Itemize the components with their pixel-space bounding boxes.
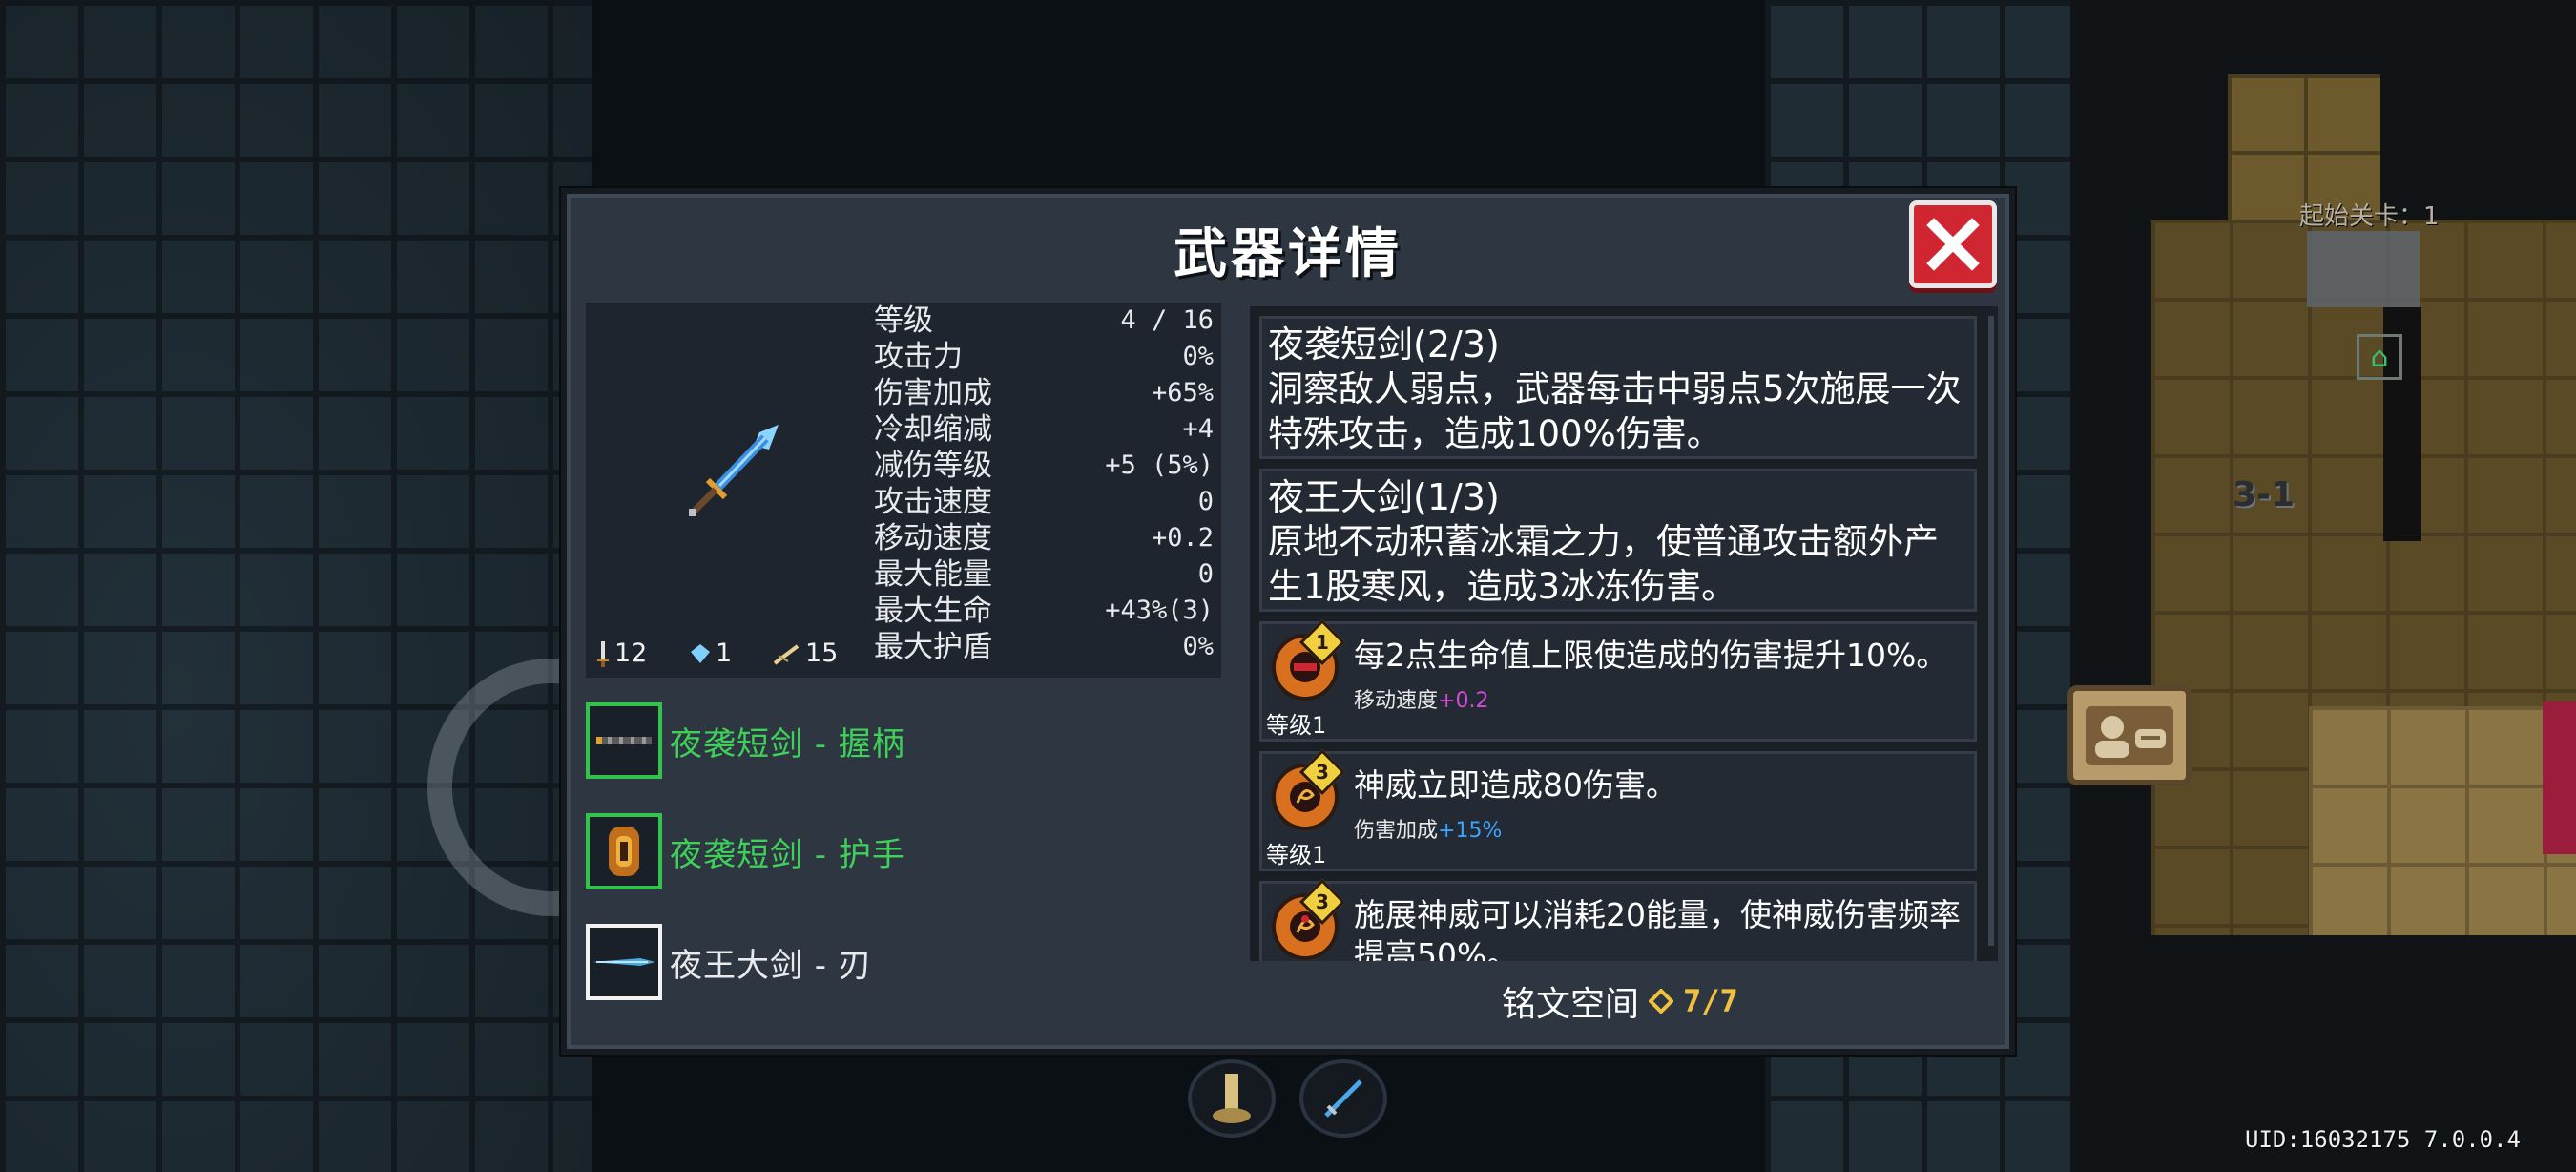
resource-sword: 12 xyxy=(595,638,647,668)
stat-row-level: 等级 4 / 16 xyxy=(874,303,1214,339)
dialog-title: 武器详情 xyxy=(1174,223,1402,285)
part-handle-slot xyxy=(586,702,662,779)
shade-overlay xyxy=(0,0,592,1172)
set-bonus-night-dagger: 夜袭短剑(2/3) 洞察敌人弱点，武器每击中弱点5次施展一次特殊攻击，造成100… xyxy=(1259,316,1977,459)
stat-row-attack: 攻击力 0% xyxy=(874,339,1214,375)
weapon-stats-panel: 12 1 15 等级 4 / 16 攻击力 0% 伤害加成 +65% 冷却缩减 … xyxy=(586,303,1221,678)
minimap-room xyxy=(2307,231,2420,307)
stat-label: 攻击速度 xyxy=(874,485,992,519)
part-handle-label: 夜袭短剑 - 握柄 xyxy=(670,724,905,764)
stat-label: 减伤等级 xyxy=(874,449,992,483)
resource-gem: 1 xyxy=(689,638,732,668)
weapon-slot-2[interactable] xyxy=(1299,1059,1387,1138)
minimap-home-node: ⌂ xyxy=(2357,334,2402,380)
inscription-card[interactable]: 3 等级1 神威立即造成80伤害。 伤害加成+15% xyxy=(1259,748,1977,871)
stat-row-damage-reduction: 减伤等级 +5 (5%) xyxy=(874,448,1214,484)
effects-panel[interactable]: 夜袭短剑(2/3) 洞察敌人弱点，武器每击中弱点5次施展一次特殊攻击，造成100… xyxy=(1250,306,1998,961)
stat-label: 攻击力 xyxy=(874,340,963,374)
inscription-sub-value: +0.2 xyxy=(1438,689,1489,713)
set-name: 夜袭短剑(2/3) xyxy=(1268,324,1500,366)
inscription-text: 施展神威可以消耗20能量，使神威伤害频率提高50%。 xyxy=(1354,896,1961,961)
stat-label: 冷却缩减 xyxy=(874,412,992,447)
stat-label: 移动速度 xyxy=(874,521,992,555)
part-blade-label: 夜王大剑 - 刃 xyxy=(670,946,872,985)
stat-label: 最大能量 xyxy=(874,557,992,592)
inscription-card[interactable]: 3 施展神威可以消耗20能量，使神威伤害频率提高50%。 xyxy=(1259,878,1977,961)
gem-icon xyxy=(691,643,710,663)
blade-icon xyxy=(592,958,655,966)
part-blade-slot xyxy=(586,924,662,1000)
stat-row-max-shield: 最大护盾 0% xyxy=(874,629,1214,665)
guard-icon xyxy=(609,827,639,876)
ice-dagger-icon xyxy=(689,425,779,516)
close-button[interactable] xyxy=(1909,200,1997,288)
sword-small-icon xyxy=(597,640,609,667)
stat-value: +5 (5%) xyxy=(1105,450,1214,480)
resource-feather: 15 xyxy=(773,638,838,668)
inscription-sub-label: 移动速度 xyxy=(1354,689,1439,713)
inscription-sub: 伤害加成+15% xyxy=(1354,813,1502,844)
set-name: 夜王大剑(1/3) xyxy=(1268,476,1500,518)
home-icon: ⌂ xyxy=(2370,340,2389,374)
feather-icon xyxy=(773,643,800,665)
stat-value: 0 xyxy=(1197,559,1214,589)
set-description: 洞察敌人弱点，武器每击中弱点5次施展一次特殊攻击，造成100%伤害。 xyxy=(1268,368,1962,454)
inscription-level: 等级1 xyxy=(1266,712,1327,739)
inscription-level: 等级1 xyxy=(1266,842,1327,869)
set-bonus-night-king-sword: 夜王大剑(1/3) 原地不动积蓄冰霜之力，使普通攻击额外产生1股寒风，造成3冰冻… xyxy=(1259,469,1977,612)
part-guard-slot xyxy=(586,813,662,889)
resource-feather-value: 15 xyxy=(805,638,839,668)
diamond-icon xyxy=(1649,989,1674,1014)
part-blade[interactable]: 夜王大剑 - 刃 xyxy=(586,918,1177,1006)
stat-row-cooldown: 冷却缩减 +4 xyxy=(874,411,1214,448)
torch-icon xyxy=(1213,1074,1251,1123)
minimap-level-label: 3-1 xyxy=(2233,475,2296,514)
inscription-card[interactable]: 1 等级1 每2点生命值上限使造成的伤害提升10%。 移动速度+0.2 xyxy=(1259,618,1977,742)
sword-icon xyxy=(1324,1079,1362,1118)
stat-value: 4 / 16 xyxy=(1120,305,1214,335)
stat-label: 伤害加成 xyxy=(874,376,992,410)
uid-label: UID:16032175 7.0.0.4 xyxy=(2245,1126,2521,1153)
stat-value: +43%(3) xyxy=(1105,596,1214,625)
stat-value: +0.2 xyxy=(1151,523,1214,553)
part-handle[interactable]: 夜袭短剑 - 握柄 xyxy=(586,697,1177,785)
profile-card-icon xyxy=(2086,705,2173,765)
stat-label: 最大护盾 xyxy=(874,630,992,664)
inscription-sub-value: +15% xyxy=(1438,819,1503,843)
inscription-sub: 移动速度+0.2 xyxy=(1354,683,1488,714)
inscription-text: 神威立即造成80伤害。 xyxy=(1354,766,1677,804)
stat-row-max-energy: 最大能量 0 xyxy=(874,556,1214,593)
minimap-floor-light xyxy=(2309,706,2576,935)
stat-row-max-health: 最大生命 +43%(3) xyxy=(874,593,1214,629)
minimap-red-marker xyxy=(2543,701,2576,854)
stat-value: 0% xyxy=(1182,342,1214,371)
stat-value: +4 xyxy=(1182,414,1214,444)
part-guard[interactable]: 夜袭短剑 - 护手 xyxy=(586,807,1177,895)
stat-value: 0 xyxy=(1197,487,1214,516)
close-icon xyxy=(1926,218,1980,271)
minimap-start-label: 起始关卡：1 xyxy=(2299,202,2440,231)
inscription-slots-value: 7/7 xyxy=(1683,983,1738,1019)
skill-slot-1[interactable] xyxy=(1188,1059,1276,1138)
stat-value: +65% xyxy=(1151,378,1214,408)
handle-icon xyxy=(596,737,652,744)
stat-label: 最大生命 xyxy=(874,594,992,628)
stat-row-attack-speed: 攻击速度 0 xyxy=(874,484,1214,520)
part-guard-label: 夜袭短剑 - 护手 xyxy=(670,835,905,874)
stat-value: 0% xyxy=(1182,632,1214,661)
set-description: 原地不动积蓄冰霜之力，使普通攻击额外产生1股寒风，造成3冰冻伤害。 xyxy=(1268,521,1939,607)
inscription-text: 每2点生命值上限使造成的伤害提升10%。 xyxy=(1354,637,1948,674)
resource-gem-value: 1 xyxy=(716,638,733,668)
weapon-detail-dialog: 武器详情 12 1 15 等级 4 / 16 攻击力 0% 伤害加成 +65% … xyxy=(561,188,2015,1055)
inscription-slots-label: 铭文空间 xyxy=(1502,985,1640,1024)
profile-card-button[interactable] xyxy=(2067,685,2192,785)
inscription-sub-label: 伤害加成 xyxy=(1354,819,1439,843)
effects-scrollbar[interactable] xyxy=(1988,316,1994,946)
resource-sword-value: 12 xyxy=(614,638,648,668)
inscription-slots: 铭文空间 7/7 xyxy=(1502,976,1738,1026)
stat-row-move-speed: 移动速度 +0.2 xyxy=(874,520,1214,556)
stat-row-damage-bonus: 伤害加成 +65% xyxy=(874,375,1214,411)
stat-label: 等级 xyxy=(874,303,933,338)
